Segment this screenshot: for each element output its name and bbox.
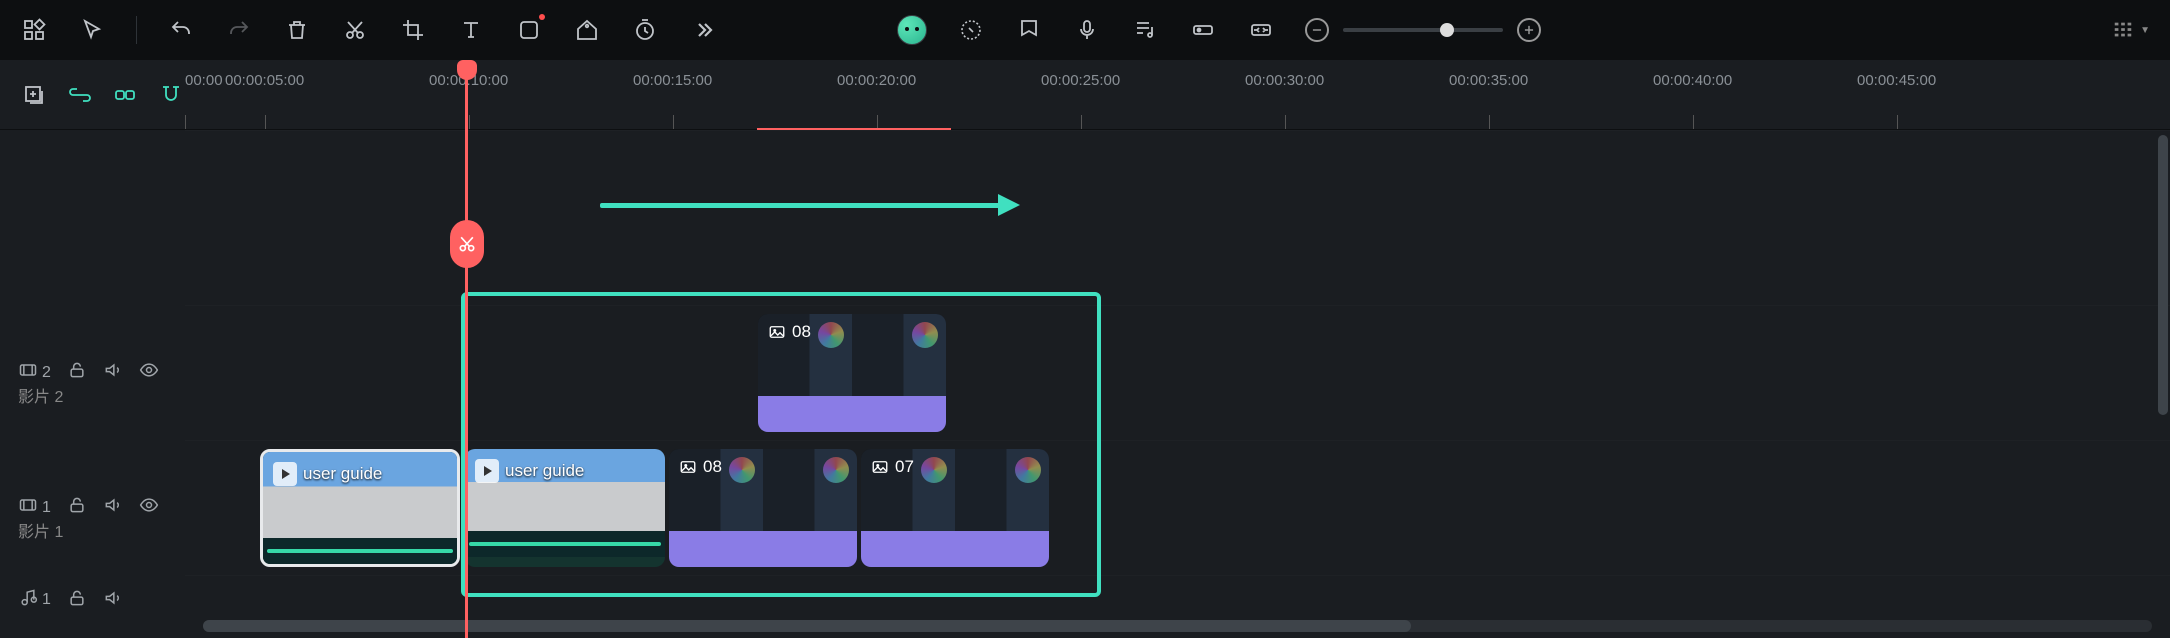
scrollbar-thumb[interactable]	[203, 620, 1411, 632]
annotation-arrow	[600, 200, 1020, 210]
clip-user-guide-2[interactable]: user guide	[465, 449, 665, 567]
play-icon	[475, 459, 499, 483]
track-label: 影片 2	[18, 383, 63, 407]
more-icon[interactable]	[689, 16, 717, 44]
crop-icon[interactable]	[399, 16, 427, 44]
vertical-scrollbar[interactable]	[2158, 135, 2168, 415]
range-icon[interactable]	[1189, 16, 1217, 44]
track-header-video2[interactable]: 2 影片 2	[0, 305, 185, 440]
chevron-down-icon: ▼	[2140, 25, 2150, 36]
zoom-slider-knob[interactable]	[1440, 23, 1454, 37]
visibility-icon[interactable]	[139, 360, 159, 385]
group-icon[interactable]	[112, 81, 140, 109]
zoom-control	[1305, 18, 1541, 42]
zoom-out-button[interactable]	[1305, 18, 1329, 42]
clip-name: user guide	[303, 464, 382, 484]
audio-track-icon	[18, 588, 38, 613]
fx-icon[interactable]	[957, 16, 985, 44]
mute-icon[interactable]	[103, 360, 123, 385]
timeline-tracks: 2 影片 2 1 影片 1 1	[0, 130, 2170, 638]
lock-icon[interactable]	[67, 360, 87, 385]
shape-icon[interactable]	[515, 16, 543, 44]
track-badge: 1	[42, 591, 51, 609]
toolbar: ▼	[0, 0, 2170, 60]
clip-image-08[interactable]: 08	[669, 449, 857, 567]
visibility-icon[interactable]	[139, 495, 159, 520]
play-icon	[273, 462, 297, 486]
add-track-icon[interactable]	[20, 81, 48, 109]
apps-icon[interactable]	[20, 16, 48, 44]
track-label: 影片 1	[18, 518, 63, 542]
zoom-in-button[interactable]	[1517, 18, 1541, 42]
timecode: 00:00	[185, 72, 223, 89]
timecode: 00:00:40:00	[1653, 72, 1732, 89]
track-header-video1[interactable]: 1 影片 1	[0, 440, 185, 575]
track-header-audio1[interactable]: 1	[0, 575, 185, 625]
fit-width-icon[interactable]	[1247, 16, 1275, 44]
mute-icon[interactable]	[103, 495, 123, 520]
text-icon[interactable]	[457, 16, 485, 44]
clip-name: 08	[792, 322, 811, 342]
timer-icon[interactable]	[631, 16, 659, 44]
ai-assistant-icon[interactable]	[897, 15, 927, 45]
playhead-handle[interactable]	[457, 60, 477, 80]
zoom-slider[interactable]	[1343, 28, 1503, 32]
magnet-icon[interactable]	[157, 81, 185, 109]
clip-name: user guide	[505, 461, 584, 481]
link-icon[interactable]	[66, 81, 94, 109]
tag-icon[interactable]	[573, 16, 601, 44]
playhead[interactable]	[465, 60, 468, 638]
cut-icon[interactable]	[341, 16, 369, 44]
clip-user-guide-selected[interactable]: user guide	[260, 449, 460, 567]
lock-icon[interactable]	[67, 588, 87, 613]
playhead-cut-button[interactable]	[450, 220, 484, 268]
ruler-scale[interactable]: 00:00 00:00:05:00 00:00:10:00 00:00:15:0…	[185, 60, 2170, 129]
redo-icon[interactable]	[225, 16, 253, 44]
timecode: 00:00:30:00	[1245, 72, 1324, 89]
timecode: 00:00:20:00	[837, 72, 916, 89]
timeline-ruler: 00:00 00:00:05:00 00:00:10:00 00:00:15:0…	[0, 60, 2170, 130]
timecode: 00:00:25:00	[1041, 72, 1120, 89]
view-mode-toggle[interactable]: ▼	[2112, 19, 2150, 41]
clip-name: 08	[703, 457, 722, 477]
marker-icon[interactable]	[1015, 16, 1043, 44]
delete-icon[interactable]	[283, 16, 311, 44]
cursor-icon[interactable]	[78, 16, 106, 44]
timecode: 00:00:45:00	[1857, 72, 1936, 89]
track-badge: 1	[42, 499, 51, 517]
mute-icon[interactable]	[103, 588, 123, 613]
separator	[136, 16, 137, 44]
clip-image-08-top[interactable]: 08	[758, 314, 946, 432]
undo-icon[interactable]	[167, 16, 195, 44]
timecode: 00:00:05:00	[225, 72, 304, 89]
track-badge: 2	[42, 364, 51, 382]
horizontal-scrollbar[interactable]	[203, 620, 2152, 632]
lock-icon[interactable]	[67, 495, 87, 520]
mic-icon[interactable]	[1073, 16, 1101, 44]
video-track-icon	[18, 360, 38, 385]
clip-name: 07	[895, 457, 914, 477]
video-track-icon	[18, 495, 38, 520]
music-list-icon[interactable]	[1131, 16, 1159, 44]
clip-image-07[interactable]: 07	[861, 449, 1049, 567]
timecode: 00:00:15:00	[633, 72, 712, 89]
timecode: 00:00:35:00	[1449, 72, 1528, 89]
